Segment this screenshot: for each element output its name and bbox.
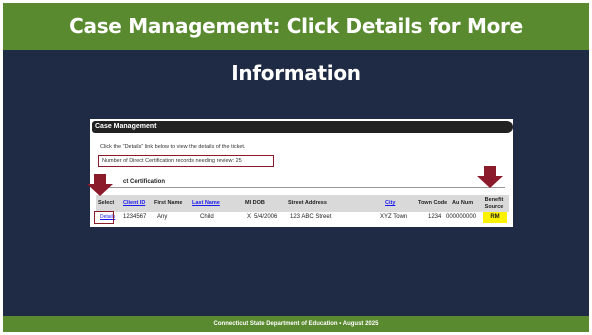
footer-bar: Connecticut State Department of Educatio…: [3, 316, 589, 332]
cell-mi: X: [247, 214, 252, 220]
col-street-address: Street Address: [288, 200, 327, 206]
slide-title: Case Management: Click Details for More …: [69, 14, 523, 85]
table-header: Select Client ID First Name Last Name MI…: [96, 195, 509, 212]
cell-first-name: Any: [157, 214, 168, 220]
col-au-num: Au Num: [452, 200, 474, 206]
case-management-header: Case Management: [92, 121, 513, 133]
col-select: Select: [98, 200, 115, 206]
slide: Case Management: Click Details for More …: [3, 3, 589, 332]
cell-last-name: Child: [200, 214, 214, 220]
cell-town-code: 1234: [428, 214, 442, 220]
case-management-header-label: Case Management: [95, 123, 157, 130]
cell-au-num: 000000000: [446, 214, 477, 220]
down-arrow-icon: [87, 174, 113, 196]
case-management-screenshot: Case Management Click the "Details" link…: [90, 119, 513, 227]
section-title: ct Certification: [123, 179, 166, 185]
slide-footer: Connecticut State Department of Educatio…: [213, 321, 379, 327]
details-highlight-box: [94, 211, 114, 224]
col-city[interactable]: City: [385, 195, 395, 212]
down-arrow-icon: [477, 166, 503, 188]
cell-city: XYZ Town: [380, 214, 408, 220]
instruction-text: Click the "Details" link below to view t…: [100, 144, 246, 150]
col-benefit-source: Benefit Source: [484, 197, 504, 210]
title-bar: Case Management: Click Details for More …: [3, 3, 589, 85]
table-row: Details 1234567 Any Child X 5/4/2006 123…: [94, 211, 509, 224]
section-divider: [98, 187, 505, 188]
records-notice-box: Number of Direct Certification records n…: [98, 155, 274, 167]
cell-benefit-source: RM: [483, 212, 507, 223]
col-last-name[interactable]: Last Name: [192, 195, 220, 212]
cell-dob: 5/4/2006: [254, 214, 278, 220]
col-first-name: First Name: [154, 200, 183, 206]
col-client-id[interactable]: Client ID: [123, 195, 145, 212]
cell-client-id: 1234567: [123, 214, 147, 220]
col-town-code: Town Code: [418, 200, 448, 206]
records-notice-text: Number of Direct Certification records n…: [102, 158, 242, 164]
cell-street-address: 123 ABC Street: [290, 214, 332, 220]
col-mi-dob: MI DOB: [245, 200, 265, 206]
